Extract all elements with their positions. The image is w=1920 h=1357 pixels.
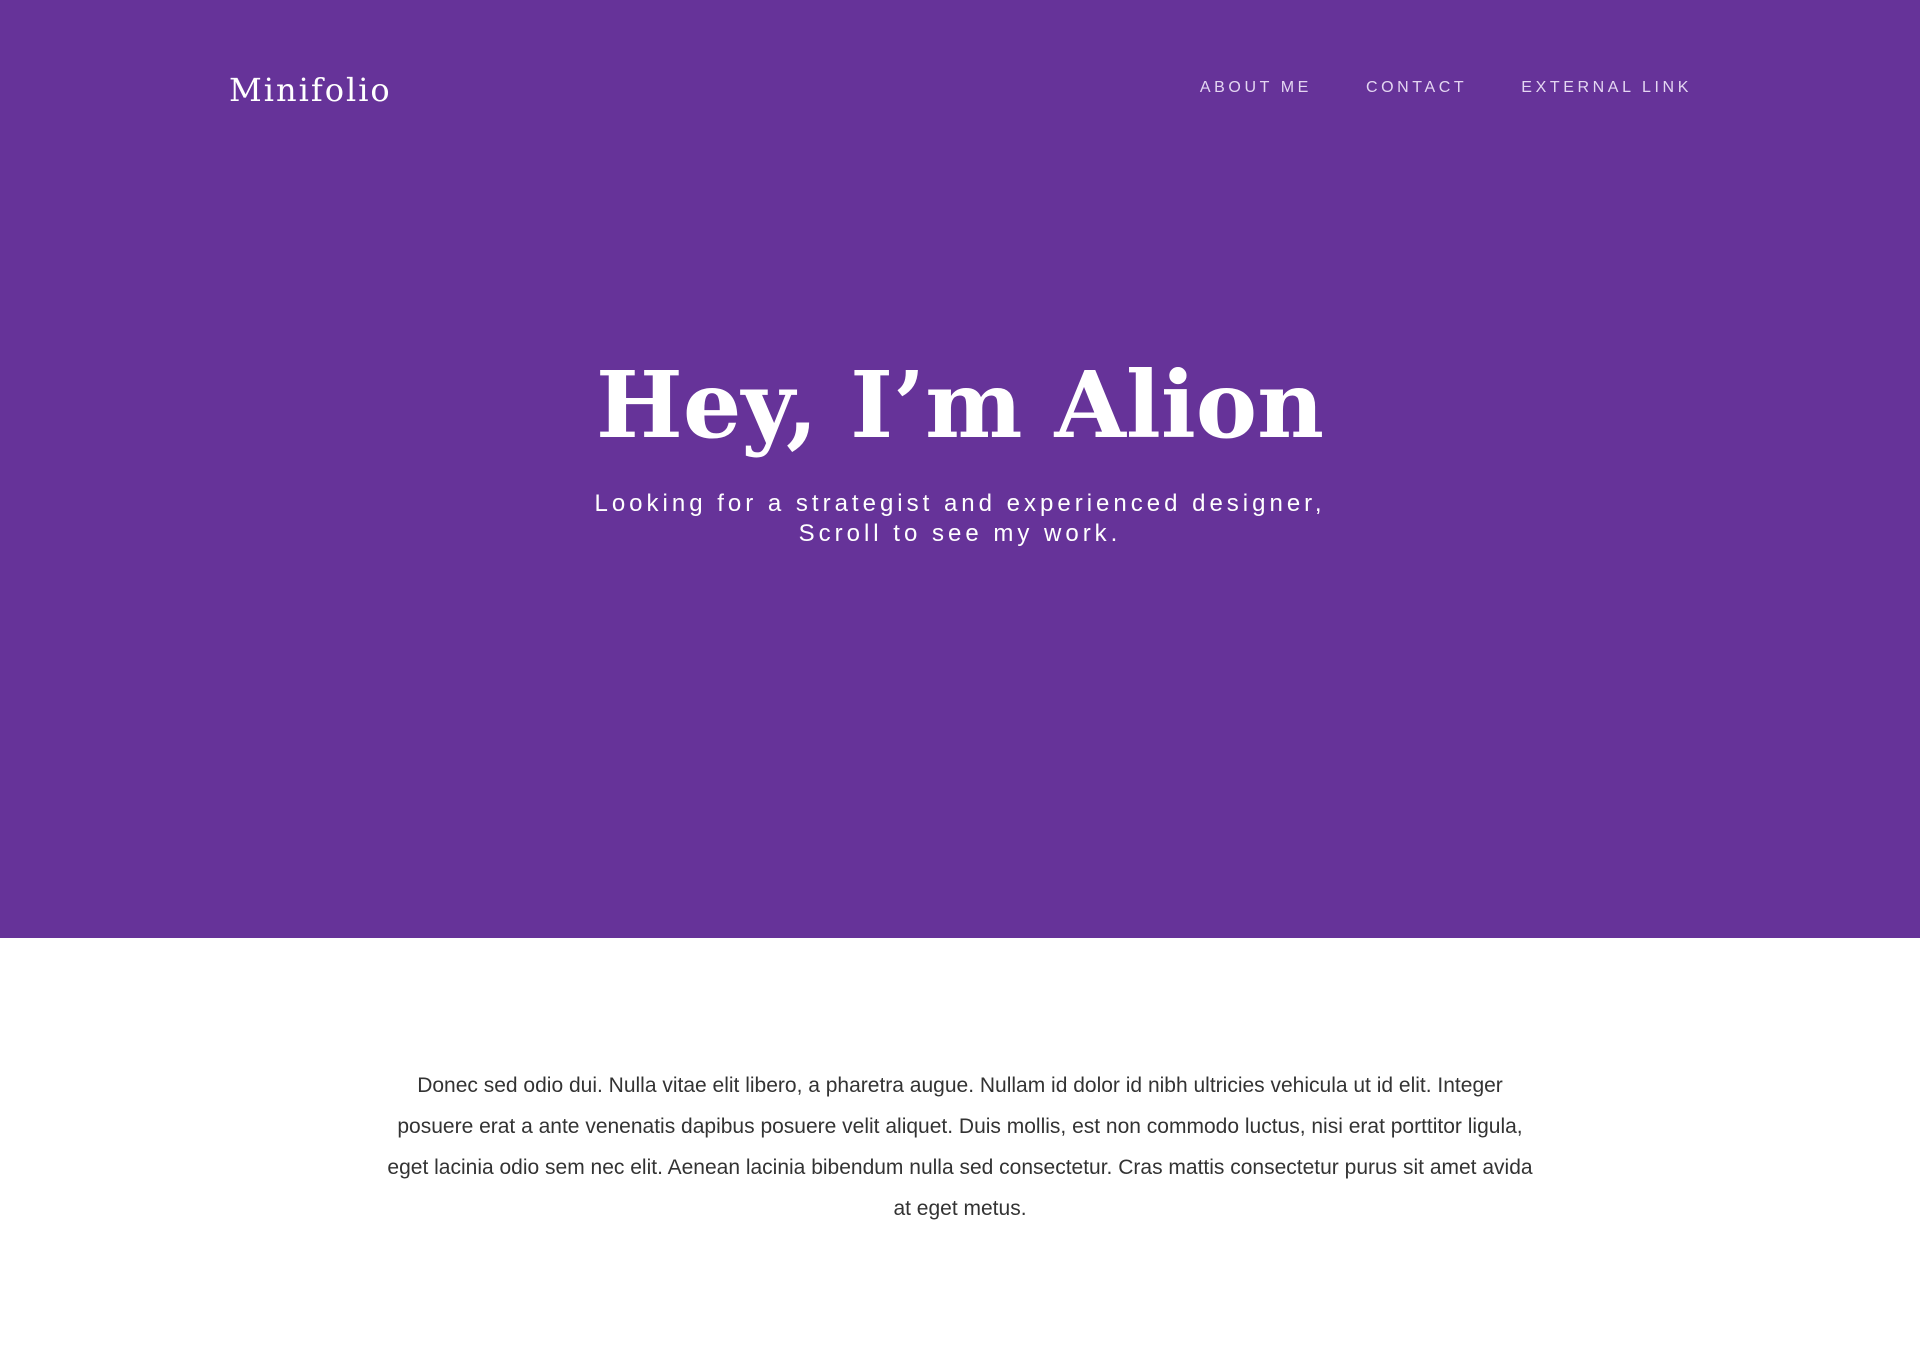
- nav-link-external-link[interactable]: EXTERNAL LINK: [1521, 79, 1692, 96]
- nav-item-contact: CONTACT: [1366, 76, 1467, 100]
- nav-item-external-link: EXTERNAL LINK: [1521, 76, 1692, 100]
- top-navigation: Minifolio ABOUT ME CONTACT EXTERNAL LINK: [0, 0, 1920, 180]
- hero-title: Hey, I’m Alion: [595, 351, 1325, 459]
- nav-link-about-me[interactable]: ABOUT ME: [1200, 79, 1312, 96]
- about-paragraph: Donec sed odio dui. Nulla vitae elit lib…: [387, 1074, 1533, 1220]
- nav-menu: ABOUT ME CONTACT EXTERNAL LINK: [1200, 76, 1692, 100]
- hero-subtitle: Looking for a strategist and experienced…: [0, 489, 1920, 549]
- hero-subtitle-line-2: Scroll to see my work.: [798, 520, 1122, 547]
- hero-section: Minifolio ABOUT ME CONTACT EXTERNAL LINK…: [0, 0, 1920, 938]
- hero-content: Hey, I’m Alion Looking for a strategist …: [0, 345, 1920, 549]
- hero-subtitle-line-1: Looking for a strategist and experienced…: [594, 490, 1326, 517]
- brand-logo-link[interactable]: Minifolio: [229, 70, 392, 110]
- nav-item-about-me: ABOUT ME: [1200, 76, 1312, 100]
- nav-link-contact[interactable]: CONTACT: [1366, 79, 1467, 96]
- about-section: Donec sed odio dui. Nulla vitae elit lib…: [0, 938, 1920, 1229]
